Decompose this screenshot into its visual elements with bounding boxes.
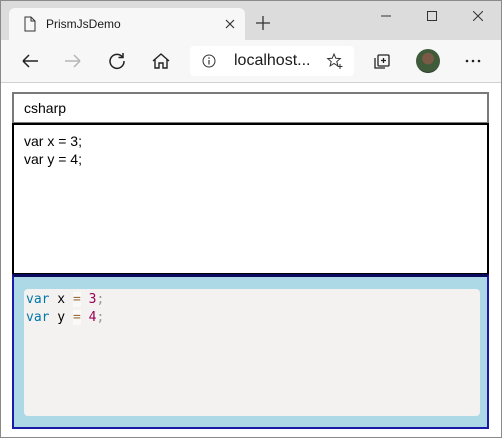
profile-avatar[interactable] xyxy=(416,49,440,73)
refresh-icon xyxy=(109,53,125,70)
operator-token: = xyxy=(72,310,81,325)
identifier-token: y xyxy=(49,310,73,325)
minimize-icon xyxy=(381,15,391,17)
info-icon[interactable] xyxy=(202,54,216,68)
page-content: csharp var x = 3; var y = 4; var x = 3; … xyxy=(1,83,501,437)
code-line[interactable]: var x = 3; xyxy=(24,133,82,149)
close-icon[interactable] xyxy=(223,17,237,31)
refresh-button[interactable] xyxy=(104,48,130,74)
address-text[interactable]: localhost... xyxy=(234,52,310,70)
collections-button[interactable] xyxy=(369,48,395,74)
collections-icon xyxy=(374,54,390,69)
code-line[interactable]: var y = 4; xyxy=(24,151,82,167)
browser-toolbar: localhost... xyxy=(1,40,501,83)
home-button[interactable] xyxy=(148,48,174,74)
highlighted-line: var x = 3; xyxy=(26,292,104,307)
forward-button[interactable] xyxy=(60,48,86,74)
ellipsis-icon xyxy=(465,59,481,63)
minimize-button[interactable] xyxy=(363,1,409,31)
language-value[interactable]: csharp xyxy=(24,100,66,116)
punctuation-token: ; xyxy=(96,292,105,307)
arrow-right-icon xyxy=(65,54,81,68)
window-close-icon xyxy=(473,11,483,21)
star-icon[interactable] xyxy=(326,52,344,70)
identifier-token: x xyxy=(49,292,73,307)
maximize-icon xyxy=(427,11,437,21)
home-icon xyxy=(152,53,170,69)
tab-title: PrismJsDemo xyxy=(46,17,121,31)
more-button[interactable] xyxy=(460,48,486,74)
highlight-preview: var x = 3; var y = 4; xyxy=(12,274,489,429)
language-input[interactable]: csharp xyxy=(12,92,489,124)
keyword-token: var xyxy=(26,310,50,325)
highlighted-line: var y = 4; xyxy=(26,310,104,325)
punctuation-token: ; xyxy=(96,310,105,325)
window-close-button[interactable] xyxy=(455,1,501,31)
address-bar[interactable]: localhost... xyxy=(190,46,354,76)
page-icon xyxy=(24,16,36,32)
browser-tab[interactable]: PrismJsDemo xyxy=(9,8,245,40)
arrow-left-icon xyxy=(22,54,38,68)
plus-icon[interactable] xyxy=(256,16,270,30)
maximize-button[interactable] xyxy=(409,1,455,31)
tab-strip: PrismJsDemo xyxy=(1,1,501,40)
browser-window: PrismJsDemo localhost... csharp var x = … xyxy=(0,0,502,438)
back-button[interactable] xyxy=(17,48,43,74)
operator-token: = xyxy=(72,292,81,307)
keyword-token: var xyxy=(26,292,50,307)
highlighted-code-block: var x = 3; var y = 4; xyxy=(24,289,480,416)
code-textarea[interactable]: var x = 3; var y = 4; xyxy=(12,123,489,275)
